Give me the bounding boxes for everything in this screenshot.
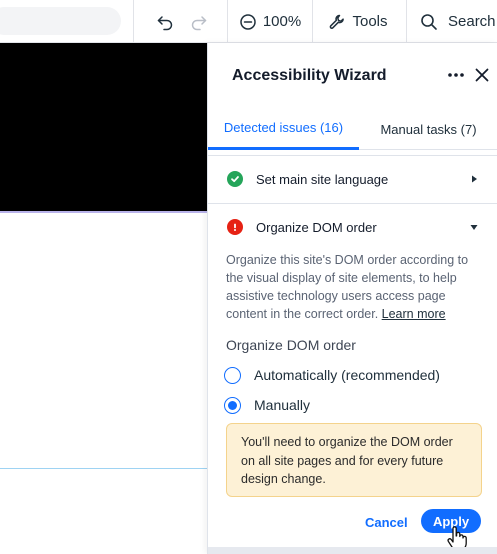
toolbar-divider — [312, 0, 313, 43]
radio-button-selected[interactable] — [224, 396, 241, 414]
cancel-button[interactable]: Cancel — [365, 511, 408, 533]
issue-label: Organize DOM order — [256, 219, 377, 235]
zoom-out-icon — [240, 13, 256, 30]
search-label: Search — [448, 13, 496, 30]
chevron-down-icon — [470, 225, 478, 230]
close-icon — [475, 68, 489, 82]
issue-divider — [208, 203, 497, 204]
panel-footer — [208, 547, 497, 554]
close-button[interactable] — [472, 65, 492, 85]
radio-button[interactable] — [224, 366, 241, 384]
top-toolbar: 100% Tools Search — [0, 0, 497, 43]
editor-window: 100% Tools Search Accessibility Wizard D… — [0, 0, 497, 554]
radio-label: Automatically (recommended) — [254, 367, 440, 383]
learn-more-link[interactable]: Learn more — [382, 307, 446, 321]
error-circle-icon — [227, 219, 243, 235]
panel-title: Accessibility Wizard — [232, 67, 387, 84]
redo-button[interactable] — [184, 0, 214, 43]
section-title: Organize DOM order — [226, 337, 356, 353]
zoom-level: 100% — [262, 13, 302, 30]
tools-button[interactable]: Tools — [324, 0, 392, 43]
tab-detected-issues[interactable]: Detected issues (16) — [208, 108, 359, 150]
address-bar[interactable] — [0, 7, 121, 35]
more-icon — [448, 73, 464, 77]
radio-manually[interactable]: Manually — [224, 393, 310, 417]
issue-tabs: Detected issues (16) Manual tasks (7) — [208, 108, 497, 150]
radio-label: Manually — [254, 397, 311, 413]
search-icon — [421, 13, 437, 30]
accessibility-wizard-panel: Accessibility Wizard Detected issues (16… — [207, 43, 497, 554]
issue-row-set-language[interactable]: Set main site language — [208, 157, 497, 201]
tools-label: Tools — [352, 13, 388, 30]
more-options-button[interactable] — [446, 65, 466, 85]
toolbar-divider — [227, 0, 228, 43]
check-circle-icon — [227, 171, 243, 187]
issue-label: Set main site language — [256, 171, 389, 187]
canvas-guide-line — [0, 468, 207, 469]
tab-manual-tasks[interactable]: Manual tasks (7) — [359, 108, 497, 150]
redo-icon — [191, 15, 207, 30]
tools-icon — [330, 14, 345, 29]
warning-notice: You'll need to organize the DOM order on… — [226, 423, 482, 497]
list-top-divider — [208, 155, 497, 156]
toolbar-divider — [406, 0, 407, 43]
issue-description: Organize this site's DOM order according… — [226, 251, 484, 323]
search-button[interactable]: Search — [420, 0, 497, 43]
issue-row-organize-dom[interactable]: Organize DOM order — [208, 205, 497, 249]
canvas-section-border — [0, 211, 207, 213]
chevron-right-icon — [472, 175, 477, 183]
undo-button[interactable] — [150, 0, 180, 43]
zoom-button[interactable]: 100% — [238, 0, 302, 43]
canvas-black-section[interactable] — [0, 43, 207, 212]
radio-automatically[interactable]: Automatically (recommended) — [224, 363, 440, 387]
toolbar-divider — [133, 0, 134, 43]
undo-icon — [157, 15, 173, 30]
